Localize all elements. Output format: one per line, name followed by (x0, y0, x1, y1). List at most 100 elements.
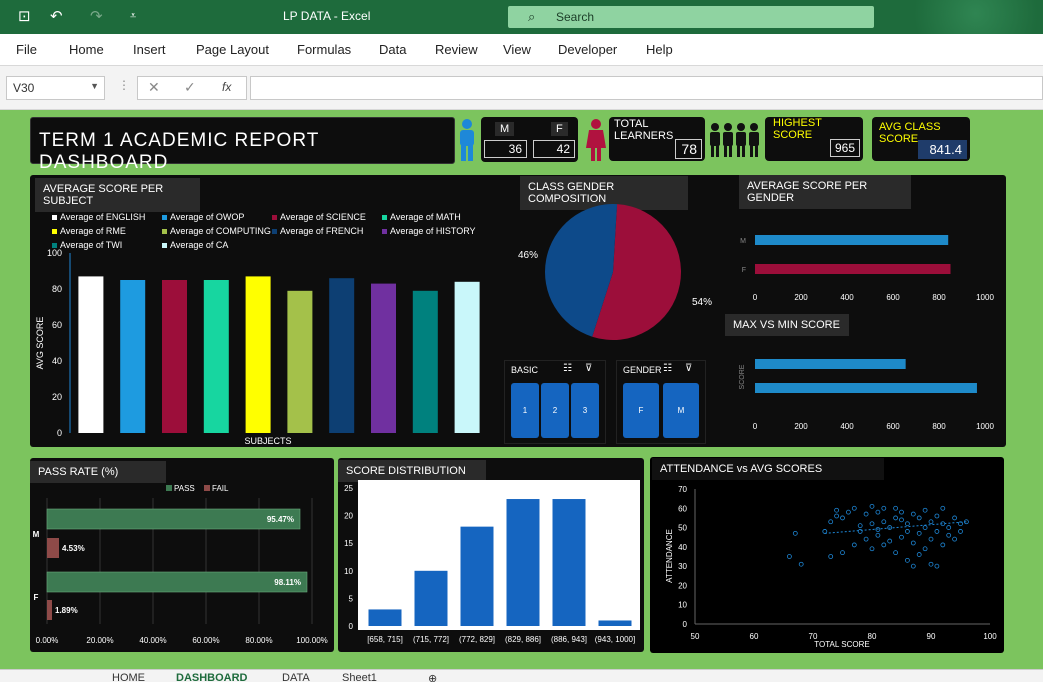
add-sheet-icon[interactable]: ⊕ (428, 672, 437, 682)
sheet-tab-sheet1[interactable]: Sheet1 (342, 672, 377, 682)
y-tick-label: 40 (52, 356, 62, 366)
y-tick-label: 20 (678, 581, 687, 590)
y-axis-title: ATTENDANCE (665, 529, 674, 583)
avg-class-score-kpi: AVG CLASS SCORE 841.4 (872, 117, 970, 161)
sheet-tabs: HOME DASHBOARD DATA Sheet1 ⊕ (0, 669, 1043, 682)
bar (755, 235, 949, 245)
cancel-icon[interactable]: ✕ (148, 79, 160, 96)
slicer-item-basic-1[interactable]: 1 (511, 383, 539, 438)
gender-pie-chart[interactable]: 54% 46% (505, 198, 720, 348)
redo-icon[interactable]: ↷ (90, 7, 103, 25)
highest-score-kpi: HIGHEST SCORE 965 (765, 117, 863, 161)
autosave-icon[interactable]: ⊡ (18, 7, 31, 25)
legend-item: Average of COMPUTING (162, 226, 271, 236)
x-tick-label: (886, 943] (551, 635, 587, 644)
trendline (824, 521, 967, 534)
customize-toolbar-icon[interactable]: ⩡ (130, 10, 136, 23)
legend-label: Average of RME (60, 226, 126, 236)
menu-file[interactable]: File (16, 42, 37, 57)
clear-filter-icon[interactable]: ⊽ (585, 363, 592, 374)
data-point (881, 505, 887, 511)
y-axis-title: AVG SCORE (35, 317, 45, 370)
max-min-title: MAX VS MIN SCORE (725, 314, 849, 336)
x-tick-label: 0 (753, 293, 758, 302)
y-axis-title: SCORE (739, 364, 746, 389)
bar (598, 620, 632, 626)
menu-data[interactable]: Data (379, 42, 406, 57)
slicer-item-basic-3[interactable]: 3 (571, 383, 599, 438)
total-learners-kpi: TOTAL LEARNERS 78 (609, 117, 705, 161)
pie-data-label: 54% (692, 297, 712, 308)
data-point (934, 563, 940, 569)
data-point (869, 503, 875, 509)
legend-swatch (272, 215, 277, 221)
x-tick-label: (772, 829] (459, 635, 495, 644)
male-label: M (495, 122, 515, 136)
data-point (928, 561, 934, 567)
x-tick-label: 800 (932, 293, 946, 302)
legend-label: Average of COMPUTING (170, 226, 271, 236)
menu-view[interactable]: View (503, 42, 531, 57)
sheet-tab-home[interactable]: HOME (112, 672, 145, 682)
max-min-chart[interactable]: 0 200 400 600 800 1000 SCORE (730, 345, 1000, 435)
multi-select-icon[interactable]: ☷ (563, 363, 572, 374)
x-tick-label: 200 (794, 422, 808, 431)
sheet-tab-dashboard[interactable]: DASHBOARD (176, 672, 248, 682)
legend-label: PASS (174, 484, 195, 493)
menu-help[interactable]: Help (646, 42, 673, 57)
menu-review[interactable]: Review (435, 42, 478, 57)
menu-insert[interactable]: Insert (133, 42, 166, 57)
chevron-down-icon[interactable]: ▼ (90, 81, 99, 91)
y-tick-label: 60 (52, 320, 62, 330)
score-dist-chart[interactable]: 0 5 10 15 20 25 [658, 715] (715, 772] (772, 829]… (340, 478, 642, 650)
data-point (828, 519, 834, 525)
attendance-scatter-chart[interactable]: 01020304050607050 60 70 80 90 100TOTAL SCOREA… (650, 478, 1004, 652)
data-point (899, 517, 904, 523)
data-point (863, 511, 869, 517)
sheet-tab-data[interactable]: DATA (282, 672, 310, 682)
x-tick-label: 600 (886, 422, 900, 431)
multi-select-icon[interactable]: ☷ (663, 363, 672, 374)
bar (412, 290, 438, 433)
x-tick-label: 400 (840, 422, 854, 431)
legend-swatch (382, 229, 387, 235)
data-point (940, 505, 946, 511)
avg-subject-chart[interactable]: 0 20 40 60 80 100 SUBJECTS AVG SCORE (30, 245, 500, 447)
name-box[interactable]: V30 ▼ (6, 76, 105, 100)
data-point (922, 525, 928, 530)
clear-filter-icon[interactable]: ⊽ (685, 363, 692, 374)
insert-function-icon[interactable]: fx (222, 80, 231, 94)
slicer-item-gender-m[interactable]: M (663, 383, 699, 438)
menu-page-layout[interactable]: Page Layout (196, 42, 269, 57)
female-count: 42 (533, 140, 575, 158)
x-tick-label: (829, 886] (505, 635, 541, 644)
slicer-item-basic-2[interactable]: 2 (541, 383, 569, 438)
legend-swatch (272, 229, 277, 235)
avg-gender-chart[interactable]: M F 0 200 400 600 800 1000 (730, 222, 1000, 307)
menu-formulas[interactable]: Formulas (297, 42, 351, 57)
data-point (958, 529, 963, 534)
undo-icon[interactable]: ↶ (50, 7, 63, 25)
data-point (893, 550, 899, 556)
bar (245, 276, 271, 433)
y-tick-label: 50 (678, 524, 687, 533)
search-placeholder: Search (556, 10, 595, 24)
legend-swatch (162, 215, 167, 221)
formula-input[interactable] (250, 76, 1043, 100)
data-point (934, 513, 940, 519)
bar (47, 600, 53, 620)
enter-icon[interactable]: ✓ (184, 79, 196, 96)
menu-home[interactable]: Home (69, 42, 104, 57)
menu-developer[interactable]: Developer (558, 42, 617, 57)
y-tick-label: 0 (683, 620, 688, 629)
category-label: F (742, 267, 746, 274)
x-tick-label: 90 (927, 632, 936, 641)
slicer-item-gender-f[interactable]: F (623, 383, 659, 438)
data-point (922, 546, 928, 552)
pass-rate-chart[interactable]: 0.00% 20.00% 40.00% 60.00% 80.00% 100.00% PASS… (30, 478, 334, 650)
y-tick-label: 40 (678, 543, 687, 552)
title-decoration (875, 0, 1043, 34)
search-box[interactable]: ⌕ Search (508, 6, 874, 28)
y-tick-label: 80 (52, 284, 62, 294)
x-axis-title: SUBJECTS (244, 436, 291, 446)
